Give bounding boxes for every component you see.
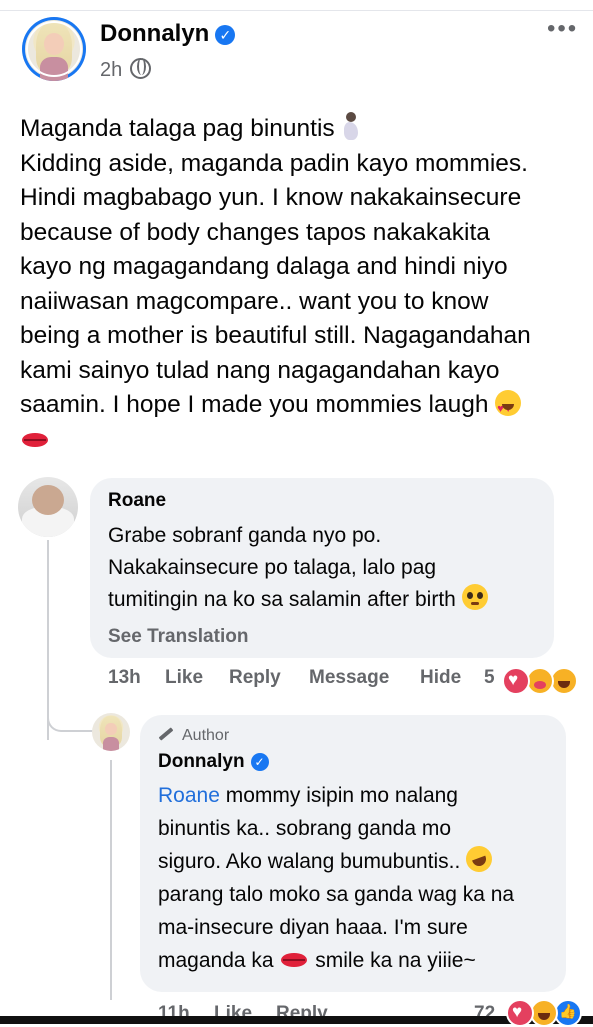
love-reaction[interactable]	[502, 667, 530, 695]
reply-text-e: ma-insecure diyan haaa. I'm sure	[158, 916, 468, 939]
pregnant-woman-emoji	[341, 112, 361, 140]
comment-like-button[interactable]: Like	[165, 667, 203, 689]
author-badge: Author	[158, 727, 229, 745]
comment-text: Grabe sobranf ganda nyo po. Nakakainsecu…	[108, 520, 488, 616]
reply-text-d: parang talo moko sa ganda wag ka na	[158, 883, 515, 906]
care-reaction[interactable]	[526, 667, 554, 695]
more-icon[interactable]: •••	[547, 17, 578, 41]
reply-text-c: siguro. Ako walang bumubuntis..	[158, 850, 467, 873]
verified-badge-icon: ✓	[250, 752, 269, 771]
post-meta: 2h	[100, 58, 152, 82]
reply-author-name-text[interactable]: Donnalyn	[158, 751, 245, 772]
see-translation-link[interactable]: See Translation	[108, 626, 248, 648]
comment-message-button[interactable]: Message	[309, 667, 389, 689]
reply-text-f2: smile ka na yiiie~	[309, 949, 476, 972]
kiss-mark-emoji	[279, 949, 309, 971]
post-time[interactable]: 2h	[100, 59, 122, 81]
comment-text-body: Grabe sobranf ganda nyo po. Nakakainsecu…	[108, 524, 456, 611]
mention-link[interactable]: Roane	[158, 784, 220, 807]
reply-text-f1: maganda ka	[158, 949, 280, 972]
reply-text: Roane mommy isipin mo nalang binuntis ka…	[158, 779, 514, 977]
verified-badge-icon: ✓	[215, 24, 236, 45]
kiss-mark-emoji	[20, 429, 50, 451]
reply-text-a: mommy isipin mo nalang	[219, 784, 458, 807]
haha-reaction[interactable]	[530, 999, 558, 1027]
post-author-name-text[interactable]: Donnalyn	[100, 20, 209, 47]
rofl-emoji	[462, 842, 496, 876]
comment-reply-button[interactable]: Reply	[229, 667, 281, 689]
author-badge-label: Author	[182, 727, 230, 744]
post-author-avatar[interactable]	[22, 17, 86, 81]
reply-text-b: binuntis ka.. sobrang ganda mo	[158, 817, 452, 840]
top-divider	[0, 0, 593, 11]
pleading-face-emoji	[461, 584, 488, 610]
comment-bubble: Roane Grabe sobranf ganda nyo po. Nakaka…	[90, 478, 554, 658]
post-text-body: Kidding aside, maganda padin kayo mommie…	[20, 149, 531, 419]
thread-line-elbow	[47, 700, 93, 732]
reply-author-name[interactable]: Donnalyn ✓	[158, 751, 269, 773]
post-author-name[interactable]: Donnalyn ✓	[100, 20, 236, 48]
heart-eyes-emoji	[495, 390, 522, 427]
commenter-name[interactable]: Roane	[108, 490, 166, 512]
love-reaction[interactable]	[506, 999, 534, 1027]
reply-thread-line	[110, 760, 112, 1000]
pencil-icon	[158, 727, 174, 741]
reply-bubble: Author Donnalyn ✓ Roane mommy isipin mo n…	[140, 715, 566, 992]
reply-author-avatar[interactable]	[92, 713, 130, 751]
comment-time[interactable]: 13h	[108, 667, 141, 689]
like-reaction[interactable]	[554, 999, 582, 1027]
bottom-edge	[0, 1016, 593, 1024]
post-text: Maganda talaga pag binuntis Kidding asid…	[20, 112, 586, 457]
commenter-avatar[interactable]	[18, 477, 78, 537]
comment-hide-button[interactable]: Hide	[420, 667, 461, 689]
globe-icon	[130, 58, 152, 79]
haha-reaction[interactable]	[550, 667, 578, 695]
comment-reaction-count[interactable]: 5	[484, 667, 495, 689]
post-text-line1: Maganda talaga pag binuntis	[20, 115, 342, 142]
